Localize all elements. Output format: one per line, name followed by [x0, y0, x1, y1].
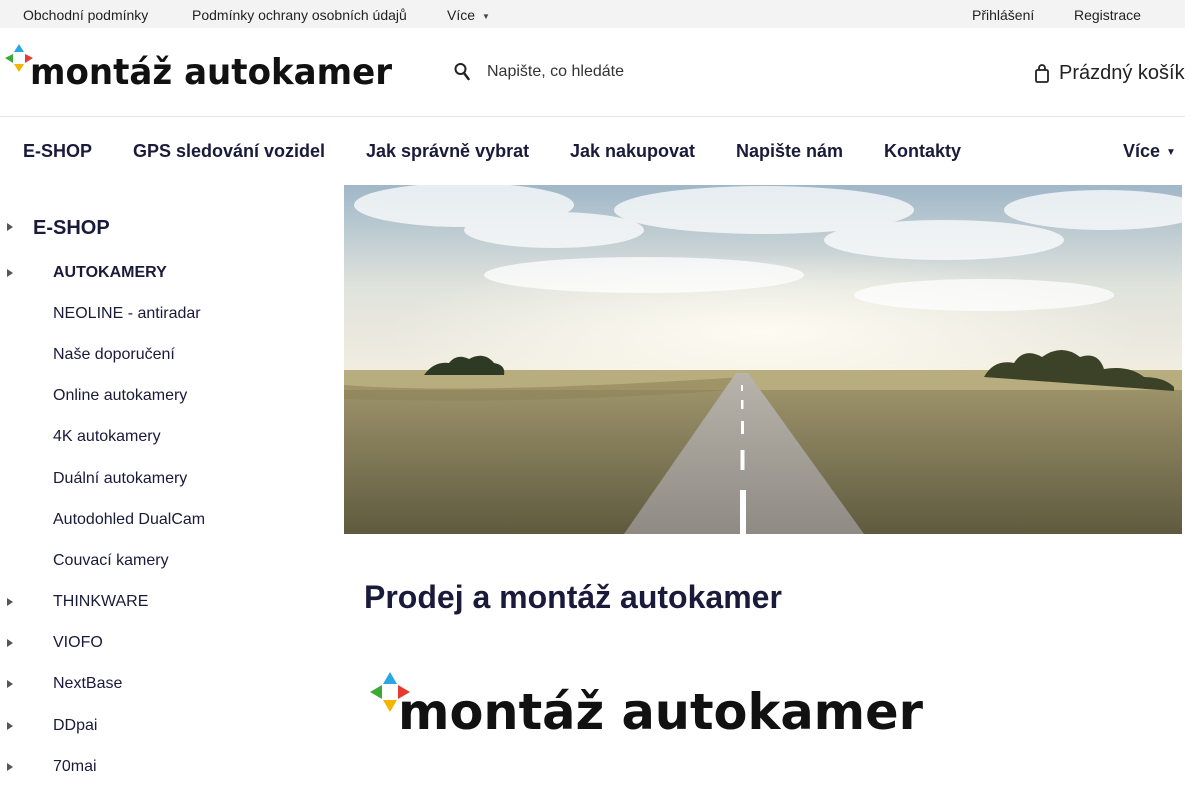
chevron-right-icon[interactable] [7, 722, 13, 730]
sidebar-item-nextbase[interactable]: NextBase [53, 675, 122, 693]
logo-compass-icon [5, 44, 33, 72]
nav-more-label: Více [1123, 141, 1161, 161]
chevron-down-icon: ▼ [482, 12, 490, 21]
link-terms[interactable]: Obchodní podmínky [23, 7, 148, 23]
link-privacy[interactable]: Podmínky ochrany osobních údajů [192, 7, 407, 23]
chevron-right-icon[interactable] [7, 223, 13, 231]
sidebar-item-couvaci[interactable]: Couvací kamery [53, 552, 169, 570]
logo-text: montáž autokamer [30, 52, 392, 87]
sidebar-item-ddpai[interactable]: DDpai [53, 717, 97, 735]
link-more-top[interactable]: Více ▼ [447, 7, 490, 23]
search-icon[interactable] [454, 62, 470, 82]
nav-jak-nakupovat[interactable]: Jak nakupovat [570, 141, 695, 162]
sidebar-item-dualni[interactable]: Duální autokamery [53, 470, 187, 488]
sidebar-item-neoline[interactable]: NEOLINE - antiradar [53, 305, 201, 323]
nav-napiste-nam[interactable]: Napište nám [736, 141, 843, 162]
search-input[interactable]: Napište, co hledáte [487, 63, 624, 81]
chevron-right-icon[interactable] [7, 269, 13, 277]
sidebar-item-4k[interactable]: 4K autokamery [53, 428, 161, 446]
nav-eshop[interactable]: E-SHOP [23, 141, 92, 162]
nav-jak-vybrat[interactable]: Jak správně vybrat [366, 141, 529, 162]
nav-more[interactable]: Více ▼ [1123, 141, 1176, 162]
top-bar: Obchodní podmínky Podmínky ochrany osobn… [0, 0, 1185, 28]
site-logo[interactable]: montáž autokamer [4, 43, 396, 87]
chevron-right-icon[interactable] [7, 639, 13, 647]
register-link[interactable]: Registrace [1074, 7, 1141, 23]
sidebar-item-online[interactable]: Online autokamery [53, 387, 187, 405]
page-title: Prodej a montáž autokamer [364, 579, 782, 615]
sidebar-item-dualcam[interactable]: Autodohled DualCam [53, 511, 205, 529]
sidebar-title[interactable]: E-SHOP [33, 217, 110, 240]
login-link[interactable]: Přihlášení [972, 7, 1034, 23]
chevron-right-icon[interactable] [7, 763, 13, 771]
header-divider [0, 116, 1185, 117]
chevron-right-icon[interactable] [7, 680, 13, 688]
cart-icon [1035, 64, 1049, 83]
sidebar-item-thinkware[interactable]: THINKWARE [53, 593, 148, 611]
chevron-down-icon: ▼ [1166, 147, 1176, 158]
hero-banner-image [344, 185, 1182, 534]
content-logo-text: montáž autokamer [398, 683, 923, 734]
cart-label: Prázdný košík [1059, 61, 1185, 84]
sidebar-item-doporuceni[interactable]: Naše doporučení [53, 346, 175, 364]
sidebar-item-viofo[interactable]: VIOFO [53, 634, 103, 652]
link-more-top-label: Více [447, 7, 476, 23]
content-logo-image: montáž autokamer [370, 672, 923, 734]
sidebar-item-autokamery[interactable]: AUTOKAMERY [53, 264, 167, 282]
nav-kontakty[interactable]: Kontakty [884, 141, 961, 162]
sidebar-item-70mai[interactable]: 70mai [53, 758, 97, 776]
nav-gps[interactable]: GPS sledování vozidel [133, 141, 325, 162]
cart-button[interactable]: Prázdný košík [1035, 62, 1185, 84]
chevron-right-icon[interactable] [7, 598, 13, 606]
